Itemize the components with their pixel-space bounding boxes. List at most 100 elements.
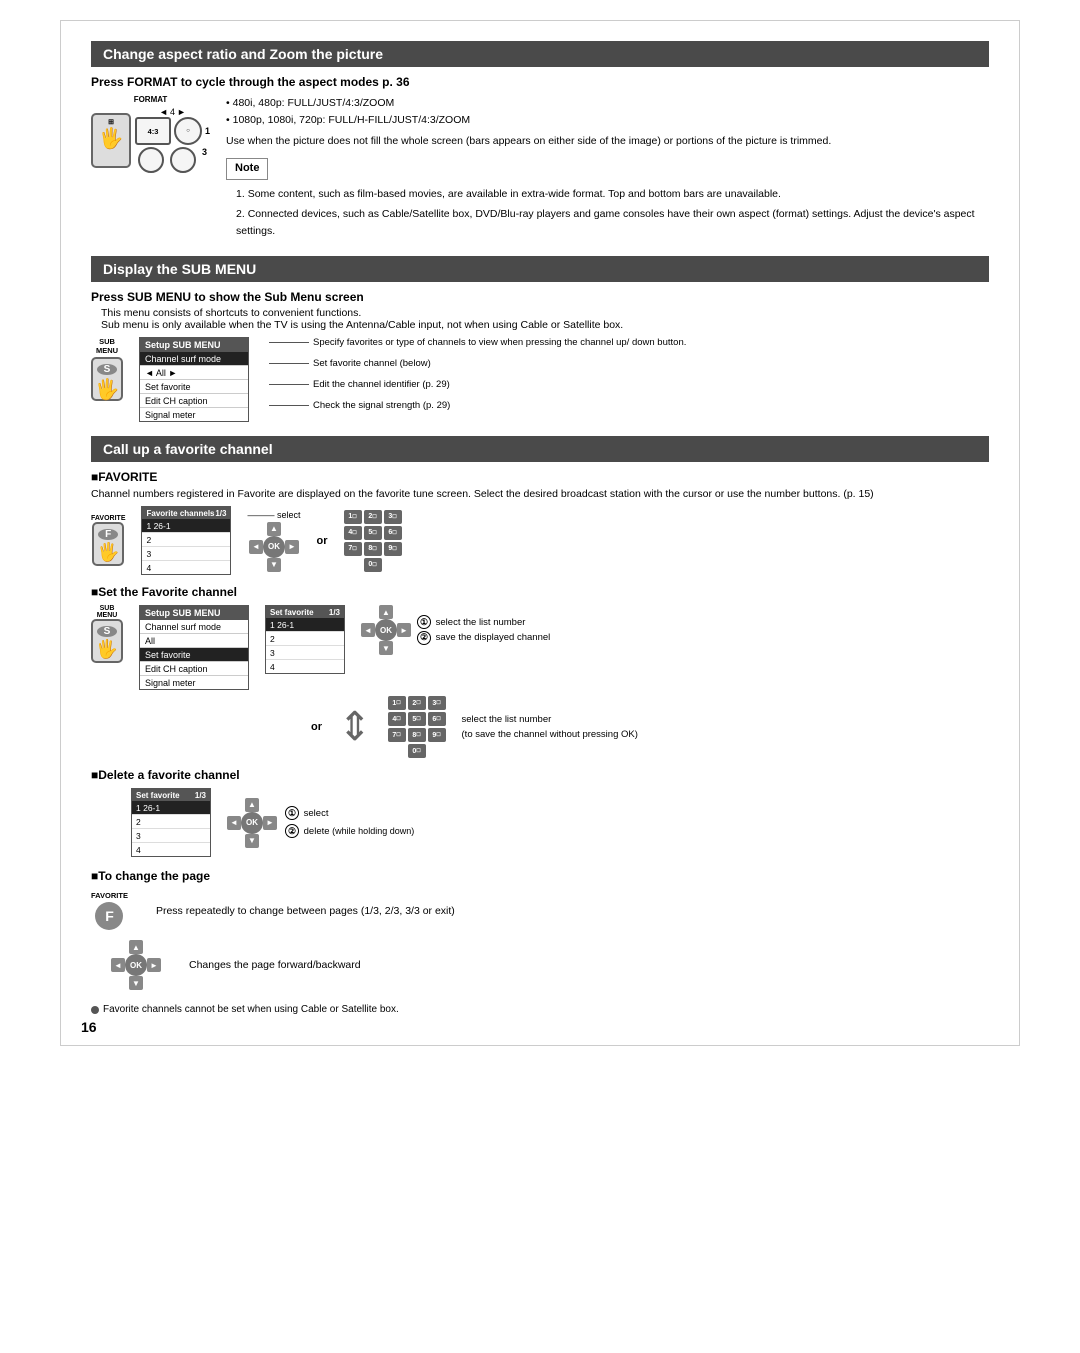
change-page-desc1: Press repeatedly to change between pages… bbox=[156, 905, 989, 917]
screen-num2: 3 bbox=[202, 147, 207, 173]
change-page-label: ■To change the page bbox=[91, 869, 989, 883]
note1: 1. Some content, such as film-based movi… bbox=[236, 186, 989, 203]
step1-text: select the list number bbox=[436, 617, 526, 628]
del-fav-list-box: Set favorite 1/3 1 26-1 2 3 4 bbox=[131, 788, 211, 857]
set-fav-menu-box: Setup SUB MENU Channel surf mode All Set… bbox=[139, 605, 249, 690]
favorite-label: ■FAVORITE bbox=[91, 470, 989, 484]
fav-num-row1: 1☐ 2☐ 3☐ bbox=[344, 510, 402, 524]
sub-menu-item-2: Set favorite bbox=[140, 380, 248, 394]
fav-num-grid: 1☐ 2☐ 3☐ 4☐ 5☐ 6☐ 7☐ 8☐ 9☐ 0☐ bbox=[344, 510, 402, 572]
sub-hand-icon: 🖐 bbox=[95, 377, 120, 402]
or-row1: 1☐ 2☐ 3☐ bbox=[388, 696, 446, 710]
footer-text: Favorite channels cannot be set when usi… bbox=[103, 1004, 399, 1015]
change-page-ok: ▲ ▼ ◄ ► OK bbox=[111, 940, 161, 990]
set-fav-steps: ① select the list number ② save the disp… bbox=[417, 615, 550, 645]
num-1: 1☐ bbox=[344, 510, 362, 524]
set-fav-menu-0: Channel surf mode bbox=[140, 620, 248, 634]
desc-line-2 bbox=[269, 384, 309, 385]
aspect-bullet1: • 480i, 480p: FULL/JUST/4:3/ZOOM bbox=[226, 95, 989, 112]
sub-menu-item-3: Edit CH caption bbox=[140, 394, 248, 408]
set-fav-step2: ② save the displayed channel bbox=[417, 630, 550, 645]
aspect-text-area: • 480i, 480p: FULL/JUST/4:3/ZOOM • 1080p… bbox=[226, 95, 989, 242]
del-step2-text: delete bbox=[304, 826, 330, 837]
set-fav-ok-row: ▲ ▼ ◄ ► OK ① select the list number bbox=[361, 605, 550, 655]
set-fav-menu-3: Edit CH caption bbox=[140, 662, 248, 676]
arrow-right-edge: ► bbox=[177, 107, 186, 117]
num-3: 3☐ bbox=[384, 510, 402, 524]
sub-btn: S bbox=[97, 364, 117, 375]
screen-43: 4:3 bbox=[135, 117, 171, 145]
cp-ok-right: ► bbox=[147, 958, 161, 972]
format-remote-icon: ⊞ 🖐 bbox=[91, 113, 131, 168]
num-2: 2☐ bbox=[364, 510, 382, 524]
num-6: 6☐ bbox=[384, 526, 402, 540]
fav-hand-icon: 🖐 bbox=[97, 542, 119, 563]
sub-menu-section: Display the SUB MENU Press SUB MENU to s… bbox=[91, 256, 989, 422]
desc-line-1 bbox=[269, 363, 309, 364]
or-row4: 0☐ bbox=[388, 744, 446, 758]
sub-desc-3: Check the signal strength (p. 29) bbox=[269, 400, 989, 411]
change-page-fav-label: FAVORITE bbox=[91, 891, 128, 900]
fav-or-label: or bbox=[317, 535, 328, 547]
format-remote-area: FORMAT ⊞ 🖐 ◄ 4 ► 4:3 bbox=[91, 95, 210, 173]
del-ok-up: ▲ bbox=[245, 798, 259, 812]
desc-text-2: Edit the channel identifier (p. 29) bbox=[313, 379, 450, 390]
or-num-1: 1☐ bbox=[388, 696, 406, 710]
del-step2-num: ② bbox=[285, 824, 299, 838]
sub-remote-area: SUB MENU S 🖐 bbox=[91, 337, 123, 401]
set-fav-ok-up: ▲ bbox=[379, 605, 393, 619]
del-fav-ok-row: ▲ ▼ ◄ ► OK ① select ② delete bbox=[227, 798, 414, 848]
use-when-text: Use when the picture does not fill the w… bbox=[226, 133, 989, 150]
fav-arrow-label: ——— select bbox=[247, 510, 300, 520]
sub-menu-item-0: Channel surf mode bbox=[140, 352, 248, 366]
set-fav-ok-right: ► bbox=[397, 623, 411, 637]
step2-text: save the displayed channel bbox=[436, 632, 551, 643]
set-fav-remote-label: SUB MENU bbox=[97, 605, 118, 619]
aspect-diagram-row: FORMAT ⊞ 🖐 ◄ 4 ► 4:3 bbox=[91, 95, 989, 242]
format-arrow-row: ⊞ 🖐 ◄ 4 ► 4:3 bbox=[91, 107, 210, 173]
format-hand-icon: 🖐 bbox=[99, 126, 124, 151]
or-num-6: 6☐ bbox=[428, 712, 446, 726]
delete-fav-subsection: ■Delete a favorite channel Set favorite … bbox=[91, 768, 989, 857]
set-fav-ok-left: ◄ bbox=[361, 623, 375, 637]
desc-text-0: Specify favorites or type of channels to… bbox=[313, 337, 686, 348]
set-fav-ok-center: OK bbox=[375, 619, 397, 641]
set-fav-step1: ① select the list number bbox=[417, 615, 550, 630]
ok-center: OK bbox=[263, 536, 285, 558]
set-fav-or: or bbox=[311, 721, 322, 733]
sub-desc-lines: Specify favorites or type of channels to… bbox=[269, 337, 989, 411]
footer-note: Favorite channels cannot be set when usi… bbox=[91, 1004, 989, 1015]
sub-menu-subsection: Press SUB MENU to show the Sub Menu scre… bbox=[91, 290, 989, 304]
fav-remote-area: FAVORITE F 🖐 bbox=[91, 515, 125, 566]
sub-remote-icon: S 🖐 bbox=[91, 357, 123, 401]
desc-line-3 bbox=[269, 405, 309, 406]
del-ok-right: ► bbox=[263, 816, 277, 830]
sub-desc-2: Edit the channel identifier (p. 29) bbox=[269, 379, 989, 390]
set-fav-list-box: Set favorite 1/3 1 26-1 2 3 4 bbox=[265, 605, 345, 674]
set-fav-diagram: SUB MENU S 🖐 Setup SUB MENU Channel surf… bbox=[91, 605, 989, 690]
fav-title-row: Favorite channels 1/3 bbox=[142, 507, 230, 519]
aspect-ratio-header: Change aspect ratio and Zoom the picture bbox=[91, 41, 989, 67]
set-fav-ok-area: ▲ ▼ ◄ ► OK ① select the list number bbox=[361, 605, 550, 655]
del-step2: ② delete (while holding down) bbox=[285, 823, 414, 841]
fav-remote-label: FAVORITE bbox=[91, 515, 125, 522]
sub-menu-diagram: SUB MENU S 🖐 Setup SUB MENU Channel surf… bbox=[91, 337, 989, 422]
del-fav-item-2: 3 bbox=[132, 829, 210, 843]
fav-item-2: 3 bbox=[142, 547, 230, 561]
format-sequence: ◄ 4 ► 4:3 ○ 1 bbox=[135, 107, 210, 173]
step1-num: ① bbox=[417, 615, 431, 629]
num-9: 9☐ bbox=[384, 542, 402, 556]
fav-ok-area: ——— select ▲ ▼ ◄ ► OK bbox=[247, 510, 300, 572]
set-fav-ok-down: ▼ bbox=[379, 641, 393, 655]
change-page-f-badge: F bbox=[95, 902, 123, 930]
fav-item-3: 4 bbox=[142, 561, 230, 574]
del-fav-ok: ▲ ▼ ◄ ► OK bbox=[227, 798, 277, 848]
format-arrow: ◄ 4 ► bbox=[159, 107, 186, 117]
set-fav-item-2: 3 bbox=[266, 646, 344, 660]
fav-channels-box: Favorite channels 1/3 1 26-1 2 3 4 bbox=[141, 506, 231, 575]
set-fav-menu-2: Set favorite bbox=[140, 648, 248, 662]
del-ok-left: ◄ bbox=[227, 816, 241, 830]
fav-item-1: 2 bbox=[142, 533, 230, 547]
del-step1-text: select bbox=[304, 808, 329, 819]
note-area: Note 1. Some content, such as film-based… bbox=[226, 154, 989, 239]
